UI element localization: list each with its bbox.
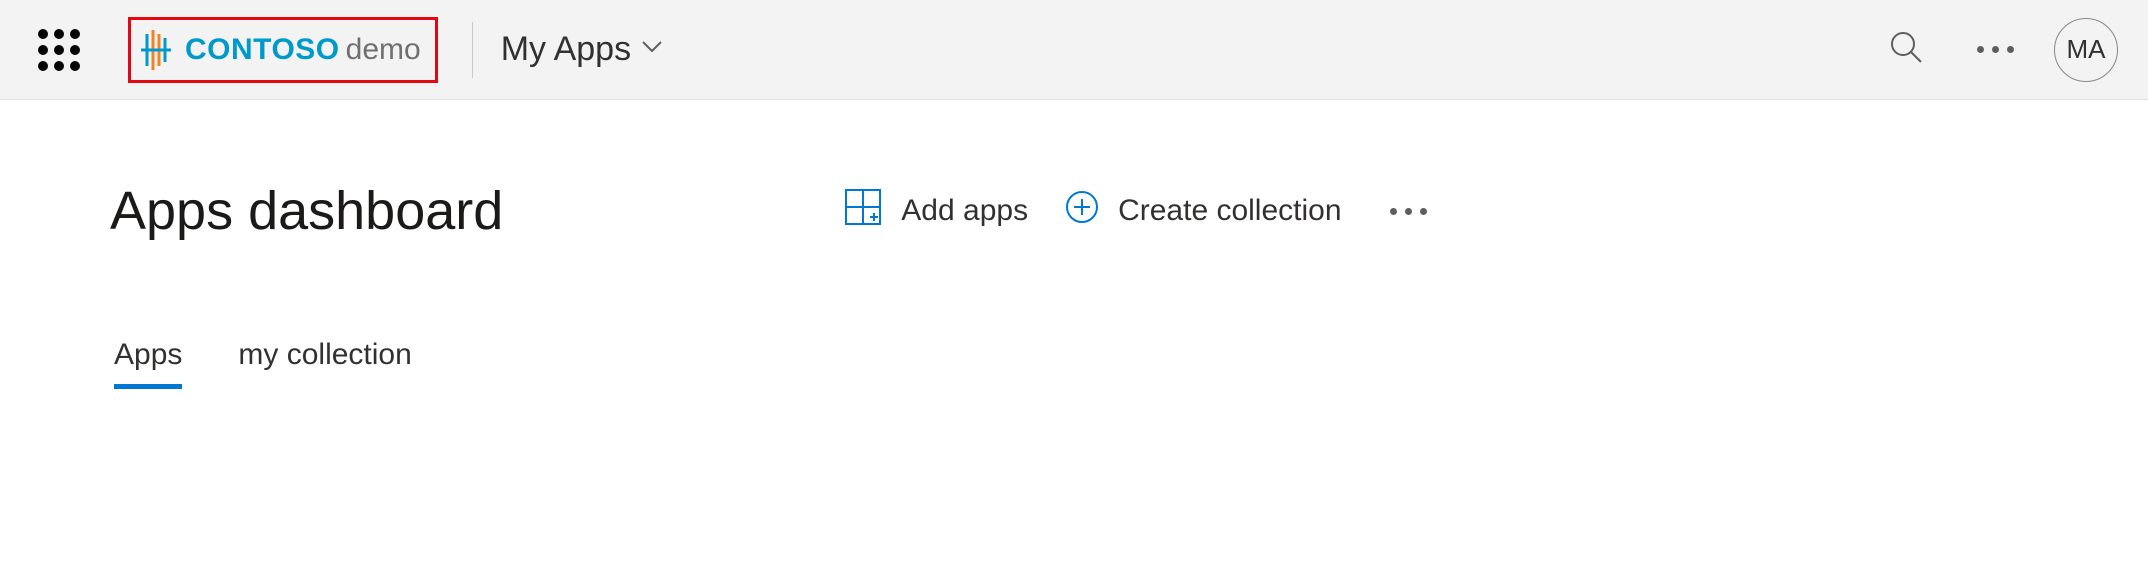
top-bar: CONTOSOdemo My Apps MA xyxy=(0,0,2148,100)
add-apps-icon xyxy=(843,187,883,235)
create-collection-button[interactable]: Create collection xyxy=(1064,189,1341,233)
brand-mark-icon xyxy=(141,30,175,70)
app-switcher[interactable]: My Apps xyxy=(501,30,663,69)
avatar-initials: MA xyxy=(2067,34,2106,65)
app-switcher-label: My Apps xyxy=(501,30,631,69)
user-avatar[interactable]: MA xyxy=(2054,18,2118,82)
page-more-button[interactable] xyxy=(1390,208,1427,215)
create-collection-label: Create collection xyxy=(1118,194,1341,228)
add-apps-button[interactable]: Add apps xyxy=(843,187,1028,235)
topbar-right: MA xyxy=(1887,18,2118,82)
page-header: Apps dashboard Add apps xyxy=(110,180,2038,242)
tab-my-collection[interactable]: my collection xyxy=(238,338,411,389)
tabs: Apps my collection xyxy=(114,338,2038,389)
brand-name: CONTOSO xyxy=(185,33,340,66)
page-actions: Add apps Create collection xyxy=(843,187,1426,235)
brand-suffix: demo xyxy=(346,33,421,66)
topbar-more-button[interactable] xyxy=(1977,46,2014,53)
page-title: Apps dashboard xyxy=(110,180,503,242)
plus-circle-icon xyxy=(1064,189,1100,233)
add-apps-label: Add apps xyxy=(901,194,1028,228)
app-launcher-icon[interactable] xyxy=(38,29,80,71)
tab-apps[interactable]: Apps xyxy=(114,338,182,389)
chevron-down-icon xyxy=(641,40,663,59)
search-icon xyxy=(1887,28,1925,71)
search-button[interactable] xyxy=(1887,28,1925,71)
brand-logo[interactable]: CONTOSOdemo xyxy=(128,17,438,83)
page-content: Apps dashboard Add apps xyxy=(0,100,2148,389)
divider xyxy=(472,22,473,78)
